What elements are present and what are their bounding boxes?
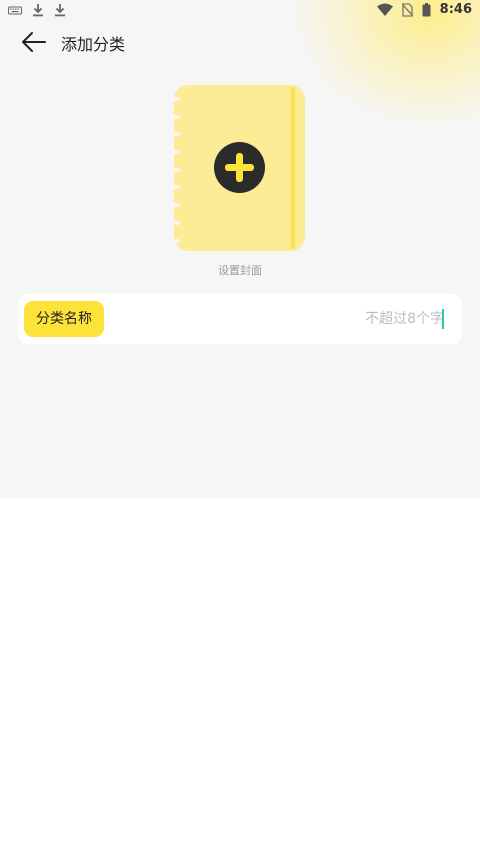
category-name-row: 分类名称 [18,294,462,344]
status-time: 8:46 [439,2,472,17]
status-notifications [8,3,66,17]
plus-circle-icon[interactable] [214,142,265,193]
category-name-label: 分类名称 [24,301,104,337]
cover-picker[interactable] [172,85,305,261]
no-sim-icon [401,2,413,17]
cover-bookmark-strip [291,87,295,249]
download-icon [55,4,65,17]
status-bar: 8:46 [0,0,480,22]
back-button[interactable] [18,28,50,56]
battery-icon [422,2,431,16]
text-caret [442,309,444,329]
download-icon [33,4,43,17]
cover-label: 设置封面 [218,264,262,277]
cover-binding-holes [172,97,180,274]
status-system: 8:46 [376,2,472,17]
page-title: 添加分类 [61,35,126,54]
wifi-icon [376,3,393,16]
keyboard-icon [8,6,22,15]
back-arrow-icon [22,32,46,52]
header: 添加分类 [0,22,480,62]
category-name-input[interactable] [184,308,444,330]
content-area: 8:46 添加分类 设置封面 分类名称 [0,0,480,498]
